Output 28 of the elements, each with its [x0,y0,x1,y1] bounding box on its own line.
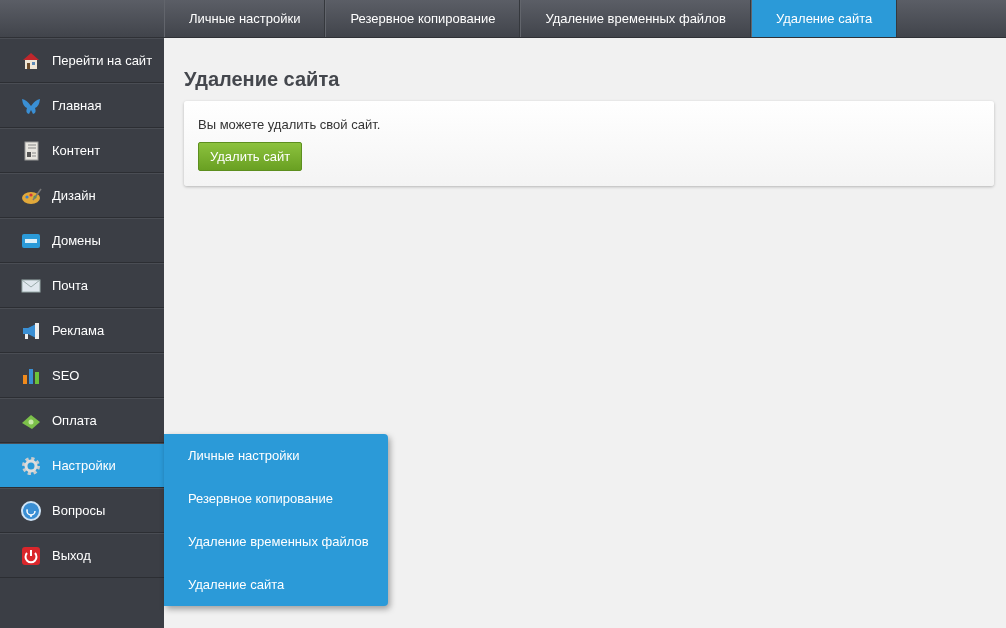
sidebar-item-label: SEO [52,368,80,383]
sidebar-item[interactable]: Реклама [0,308,164,353]
sidebar-item-label: Контент [52,143,101,158]
tab[interactable]: Личные настройки [164,0,326,37]
description-text: Вы можете удалить свой сайт. [198,117,382,132]
sidebar-item[interactable]: Вопросы [0,488,164,533]
sidebar-item-label: Домены [52,233,101,248]
sidebar-item[interactable]: Дизайн [0,173,164,218]
page-title: Удаление сайта [184,68,341,91]
sidebar-item-label: Реклама [52,323,105,338]
sidebar-item[interactable]: Контент [0,128,164,173]
sidebar-item[interactable]: Домены [0,218,164,263]
power-icon [20,544,42,567]
tab[interactable]: Резервное копирование [325,0,521,37]
sidebar-item[interactable]: Выход [0,533,164,578]
sidebar-item-label: Вопросы [52,503,106,518]
sidebar-item-label: Дизайн [52,188,96,203]
sidebar-item-label: Перейти на сайт [52,53,153,68]
sidebar-item-label: Почта [52,278,89,293]
sidebar-item[interactable]: Почта [0,263,164,308]
sidebar-item[interactable]: Перейти на сайт [0,38,164,83]
sidebar-item-label: Оплата [52,413,97,428]
sidebar-item-label: Выход [52,548,91,563]
gear-icon [20,454,42,477]
sidebar-item-label: Настройки [52,458,116,473]
sidebar-item-label: Главная [52,98,102,113]
sidebar-item[interactable]: Главная [0,83,164,128]
sidebar-item[interactable]: SEO [0,353,164,398]
